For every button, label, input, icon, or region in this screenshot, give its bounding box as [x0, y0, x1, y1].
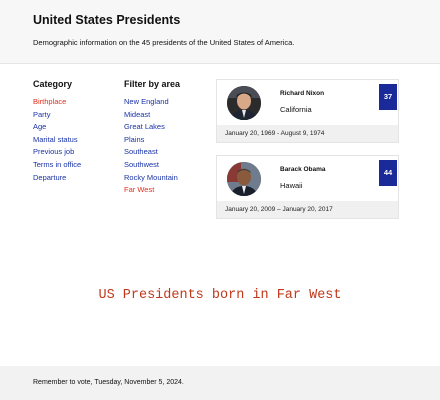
filter-item-great-lakes[interactable]: Great Lakes [124, 121, 178, 134]
president-name: Barack Obama [280, 166, 326, 173]
page-header: United States Presidents Demographic inf… [0, 0, 440, 64]
filter-item-plains[interactable]: Plains [124, 134, 178, 147]
category-item-departure[interactable]: Departure [33, 172, 81, 185]
results-banner: US Presidents born in Far West [98, 288, 342, 303]
category-heading: Category [33, 79, 73, 89]
president-term: January 20, 2009 – January 20, 2017 [217, 201, 398, 218]
page-footer: Remember to vote, Tuesday, November 5, 2… [0, 366, 440, 400]
filter-item-far-west[interactable]: Far West [124, 184, 178, 197]
page-title: United States Presidents [33, 13, 181, 27]
filter-item-new-england[interactable]: New England [124, 96, 178, 109]
president-avatar [227, 86, 261, 120]
president-birth-state: Hawaii [280, 181, 303, 190]
president-avatar [227, 162, 261, 196]
category-item-birthplace[interactable]: Birthplace [33, 96, 81, 109]
category-item-marital-status[interactable]: Marital status [33, 134, 81, 147]
category-item-age[interactable]: Age [33, 121, 81, 134]
president-number-badge: 44 [379, 160, 397, 186]
filter-list: New England Mideast Great Lakes Plains S… [124, 96, 178, 197]
filter-item-rocky-mountain[interactable]: Rocky Mountain [124, 172, 178, 185]
category-item-previous-job[interactable]: Previous job [33, 146, 81, 159]
category-item-terms-in-office[interactable]: Terms in office [33, 159, 81, 172]
president-term: January 20, 1969 - August 9, 1974 [217, 125, 398, 142]
category-item-party[interactable]: Party [33, 109, 81, 122]
president-card[interactable]: Barack Obama Hawaii 44 January 20, 2009 … [216, 155, 399, 219]
filter-item-southwest[interactable]: Southwest [124, 159, 178, 172]
president-name: Richard Nixon [280, 90, 325, 97]
filter-item-southeast[interactable]: Southeast [124, 146, 178, 159]
filter-heading: Filter by area [124, 79, 181, 89]
president-card[interactable]: Richard Nixon California 37 January 20, … [216, 79, 399, 143]
president-birth-state: California [280, 105, 312, 114]
filter-item-mideast[interactable]: Mideast [124, 109, 178, 122]
president-number-badge: 37 [379, 84, 397, 110]
category-list: Birthplace Party Age Marital status Prev… [33, 96, 81, 184]
page-description: Demographic information on the 45 presid… [33, 38, 295, 47]
footer-note: Remember to vote, Tuesday, November 5, 2… [33, 379, 184, 386]
